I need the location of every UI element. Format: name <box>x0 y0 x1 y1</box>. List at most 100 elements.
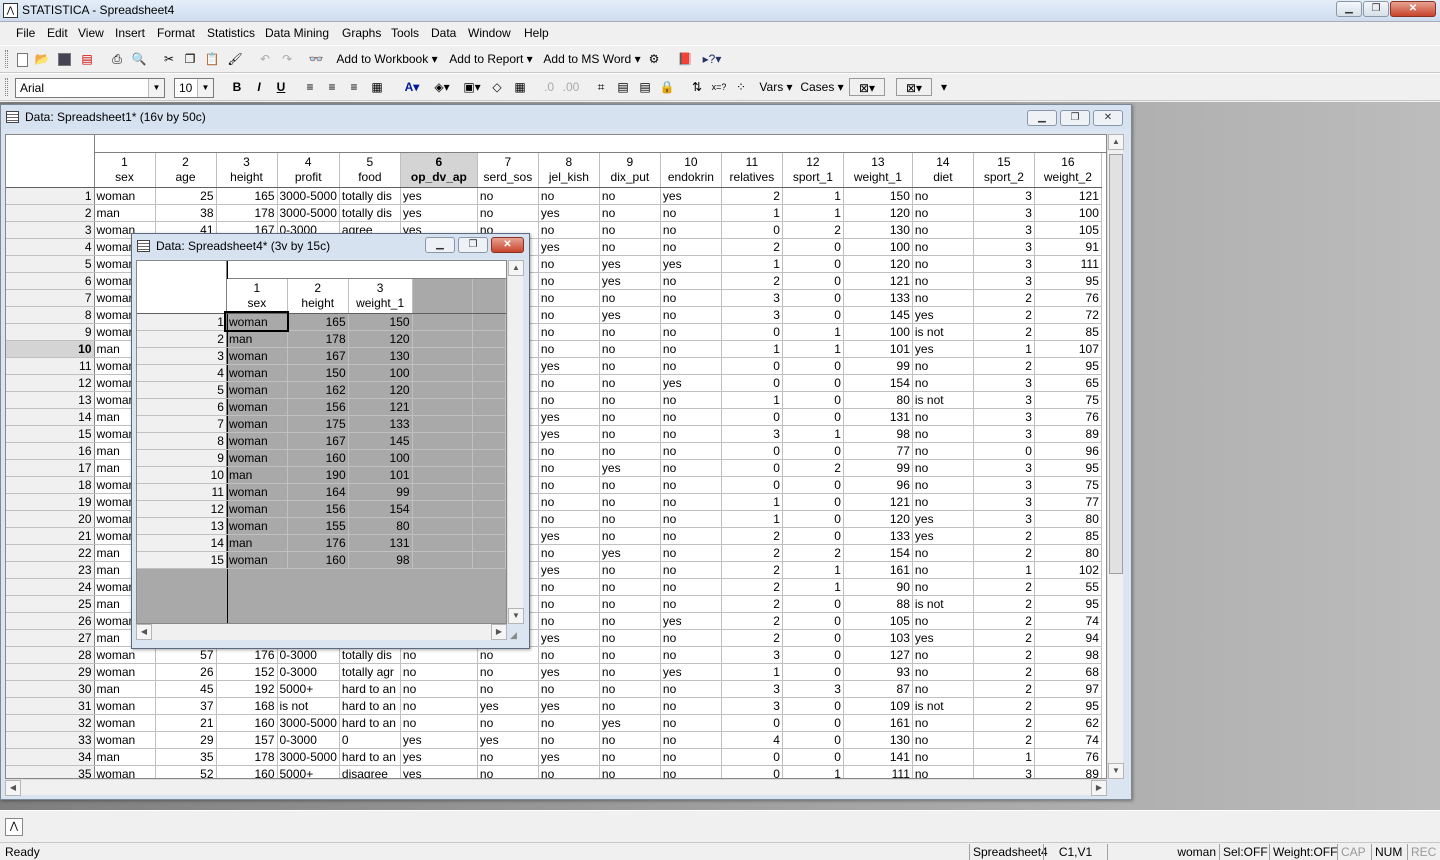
table-cell[interactable]: 85 <box>1034 527 1102 545</box>
menu-tools[interactable]: Tools <box>391 26 419 40</box>
table-cell[interactable]: no <box>660 272 722 290</box>
table-cell[interactable]: woman <box>226 364 288 382</box>
table-cell[interactable]: 1 <box>782 323 844 341</box>
table-cell[interactable]: man <box>226 466 288 484</box>
row-header[interactable]: 8 <box>137 432 227 450</box>
column-header[interactable]: 1 sex <box>94 153 156 188</box>
table-cell[interactable]: 1 <box>721 663 783 681</box>
table-cell[interactable]: no <box>599 476 661 494</box>
wizard-icon[interactable]: ⚙ <box>645 50 663 68</box>
table-cell[interactable]: 3000-5000 <box>277 187 340 205</box>
column-header[interactable]: 13 weight_1 <box>843 153 913 188</box>
table-cell[interactable]: 3 <box>973 493 1035 511</box>
table-cell[interactable]: 102 <box>1034 561 1102 579</box>
table-cell[interactable]: no <box>660 578 722 596</box>
table-cell[interactable]: no <box>599 442 661 460</box>
xy-icon[interactable]: x=? <box>710 78 728 96</box>
table-cell[interactable]: 0 <box>339 731 401 749</box>
spreadsheet4-horizontal-scrollbar[interactable]: ◀ ▶ <box>136 624 507 640</box>
table-cell[interactable]: 100 <box>348 364 413 382</box>
variable-specs-icon[interactable]: ▤ <box>614 78 632 96</box>
table-cell[interactable]: 0 <box>782 595 844 613</box>
table-cell[interactable]: yes <box>599 272 661 290</box>
table-cell[interactable]: 175 <box>287 415 349 433</box>
table-cell[interactable]: 99 <box>843 459 913 477</box>
table-cell[interactable]: 121 <box>348 398 413 416</box>
table-cell[interactable]: 0 <box>721 357 783 375</box>
sampling-icon[interactable]: ⁘ <box>732 78 750 96</box>
table-cell[interactable]: 2 <box>973 629 1035 647</box>
italic-button[interactable]: I <box>250 78 268 96</box>
table-cell[interactable]: yes <box>912 527 974 545</box>
menu-data[interactable]: Data <box>431 26 456 40</box>
table-cell[interactable]: is not <box>912 697 974 715</box>
table-cell[interactable]: 3 <box>973 425 1035 443</box>
table-cell[interactable]: 0 <box>721 765 783 778</box>
table-cell[interactable]: 80 <box>348 517 413 535</box>
table-cell[interactable]: hard to an <box>339 714 401 732</box>
table-cell[interactable]: 0 <box>782 255 844 273</box>
table-cell[interactable]: 0 <box>782 493 844 511</box>
format-painter-icon[interactable]: 🖌 <box>226 50 244 68</box>
table-cell[interactable]: 1 <box>721 493 783 511</box>
table-cell[interactable]: yes <box>477 697 539 715</box>
align-center-icon[interactable]: ≡ <box>323 78 341 96</box>
table-cell[interactable]: no <box>912 272 974 290</box>
table-cell[interactable]: 107 <box>1034 340 1102 358</box>
table-cell[interactable]: 68 <box>1034 663 1102 681</box>
table-cell[interactable]: 2 <box>973 714 1035 732</box>
column-header[interactable]: 15 sport_2 <box>973 153 1035 188</box>
table-cell[interactable]: 87 <box>843 680 913 698</box>
table-cell[interactable]: hard to an <box>339 697 401 715</box>
scroll-down-icon[interactable]: ▼ <box>508 608 524 624</box>
table-cell[interactable]: no <box>599 391 661 409</box>
table-cell[interactable]: no <box>599 731 661 749</box>
copy-icon[interactable]: ❐ <box>181 50 199 68</box>
row-header[interactable]: 10 <box>6 340 95 358</box>
table-cell[interactable]: 101 <box>843 340 913 358</box>
table-cell[interactable]: no <box>660 476 722 494</box>
fill-color-icon[interactable]: ◈▾ <box>428 78 456 96</box>
table-cell[interactable]: 121 <box>1034 187 1102 205</box>
table-cell[interactable]: 160 <box>216 714 278 732</box>
row-header[interactable]: 16 <box>6 442 95 460</box>
table-cell[interactable]: 99 <box>843 357 913 375</box>
table-cell[interactable]: yes <box>912 510 974 528</box>
add-to-report-button[interactable]: Add to Report ▾ <box>447 50 535 68</box>
table-cell[interactable]: 2 <box>973 731 1035 749</box>
table-cell[interactable]: woman <box>94 714 156 732</box>
table-cell[interactable]: 95 <box>1034 272 1102 290</box>
column-header[interactable]: 6 op_dv_ap <box>400 153 478 188</box>
table-cell[interactable]: 76 <box>1034 289 1102 307</box>
table-cell[interactable]: no <box>660 646 722 664</box>
table-cell[interactable]: 2 <box>721 612 783 630</box>
table-cell[interactable]: 0 <box>782 663 844 681</box>
table-cell[interactable]: 145 <box>348 432 413 450</box>
table-cell[interactable]: 120 <box>843 255 913 273</box>
toolbar-overflow-icon[interactable]: ▾ <box>938 78 950 96</box>
row-header[interactable]: 4 <box>6 238 95 256</box>
table-cell[interactable]: no <box>912 680 974 698</box>
table-cell[interactable]: 0-3000 <box>277 731 340 749</box>
menu-help[interactable]: Help <box>524 26 549 40</box>
table-cell[interactable]: 190 <box>287 466 349 484</box>
table-cell[interactable]: yes <box>477 731 539 749</box>
table-cell[interactable]: no <box>912 493 974 511</box>
table-cell[interactable]: no <box>538 374 600 392</box>
table-cell[interactable]: totally agr <box>339 663 401 681</box>
table-cell[interactable]: 98 <box>843 425 913 443</box>
table-cell[interactable]: 3 <box>973 765 1035 778</box>
table-cell[interactable]: woman <box>226 449 288 467</box>
menu-format[interactable]: Format <box>157 26 195 40</box>
table-cell[interactable]: no <box>599 527 661 545</box>
table-cell[interactable]: 95 <box>1034 357 1102 375</box>
table-cell[interactable]: 2 <box>721 238 783 256</box>
table-cell[interactable]: 2 <box>973 663 1035 681</box>
row-header[interactable]: 25 <box>6 595 95 613</box>
table-cell[interactable]: 3 <box>973 510 1035 528</box>
column-header[interactable]: 11 relatives <box>721 153 783 188</box>
table-cell[interactable]: 145 <box>843 306 913 324</box>
table-cell[interactable]: 2 <box>721 544 783 562</box>
table-cell[interactable]: no <box>538 289 600 307</box>
table-cell[interactable]: 2 <box>782 544 844 562</box>
